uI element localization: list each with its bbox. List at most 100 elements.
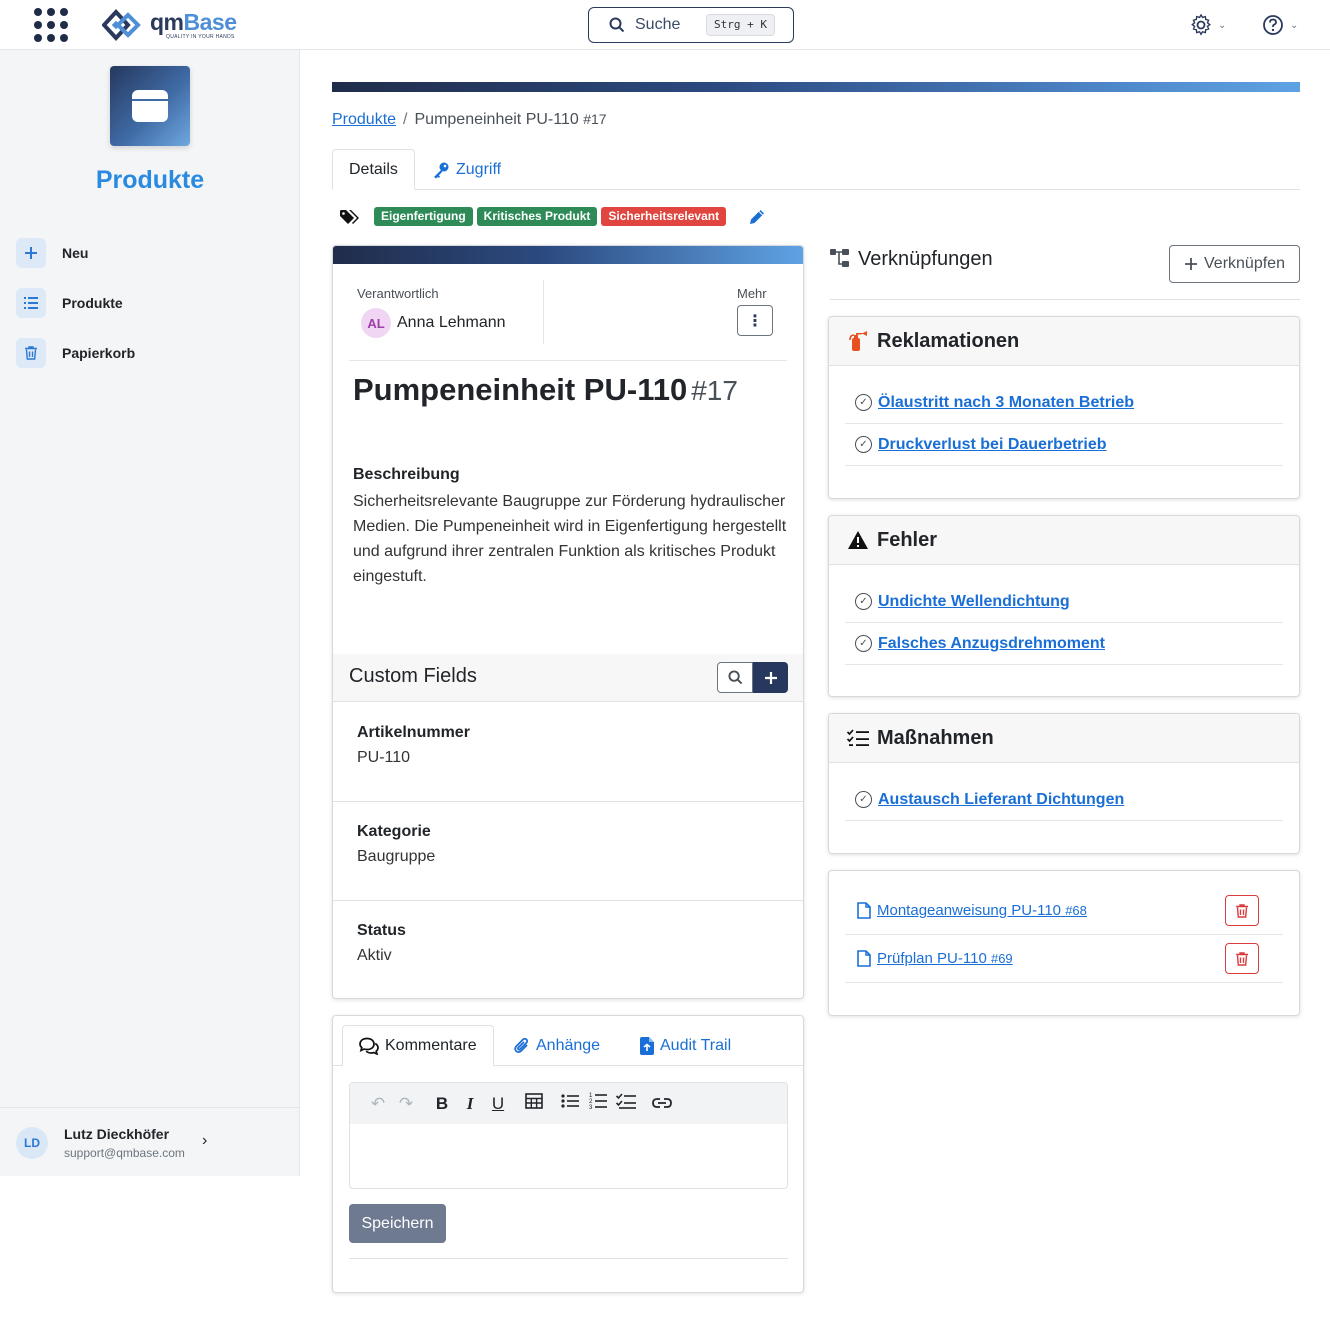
tab-audit-trail[interactable]: Audit Trail — [624, 1025, 747, 1066]
complaints-title: Reklamationen — [877, 329, 1020, 352]
errors-card: Fehler ✓ Undichte Wellendichtung ✓ Falsc… — [828, 515, 1300, 697]
responsible-user[interactable]: AL Anna Lehmann — [361, 308, 506, 338]
list-item: ✓ Austausch Lieferant Dichtungen — [845, 779, 1283, 821]
search-icon — [727, 670, 742, 685]
kebab-icon: ⋮ — [747, 312, 763, 330]
tag-badge[interactable]: Eigenfertigung — [374, 207, 473, 226]
italic-icon[interactable]: I — [456, 1094, 484, 1114]
product-number: #17 — [691, 375, 738, 406]
tab-label: Zugriff — [456, 160, 502, 178]
tab-label: Details — [349, 160, 398, 178]
link-icon[interactable] — [648, 1094, 676, 1114]
search-label: Suche — [635, 16, 681, 33]
sidebar-item-label: Produkte — [62, 295, 123, 311]
save-button[interactable]: Speichern — [349, 1204, 446, 1243]
divider — [543, 280, 544, 344]
card-gradient-bar — [333, 246, 803, 264]
tags-row: Eigenfertigung Kritisches Produkt Sicher… — [340, 207, 766, 226]
delete-document-button[interactable] — [1225, 895, 1259, 926]
chevron-down-icon: ⌄ — [1218, 19, 1227, 31]
custom-fields-add-button[interactable] — [753, 662, 788, 693]
link-button[interactable]: Verknüpfen — [1169, 245, 1300, 283]
list-item: Montageanweisung PU-110 #68 — [845, 887, 1283, 935]
underline-icon[interactable]: U — [484, 1094, 512, 1114]
detail-tabs: Details Zugriff — [332, 149, 1300, 190]
sidebar-item-products[interactable]: Produkte — [16, 288, 123, 318]
plus-icon — [1185, 258, 1198, 270]
user-menu[interactable]: LD Lutz Dieckhöfer support@qmbase.com › — [0, 1107, 300, 1176]
settings-menu[interactable]: ⌄ — [1190, 14, 1226, 36]
breadcrumb-number: #17 — [583, 111, 607, 127]
tab-comments[interactable]: Kommentare — [342, 1025, 494, 1066]
file-icon — [640, 1036, 654, 1055]
numbered-list-icon[interactable]: 123 — [584, 1092, 612, 1115]
table-icon[interactable] — [520, 1093, 548, 1114]
search-shortcut: Strg + K — [706, 14, 775, 36]
document-link[interactable]: Montageanweisung PU-110 #68 — [877, 902, 1087, 919]
error-link[interactable]: Falsches Anzugsdrehmoment — [878, 635, 1105, 653]
document-name: Prüfplan PU-110 — [877, 950, 987, 967]
apps-grid-icon[interactable] — [34, 8, 68, 42]
tags-icon — [340, 209, 359, 224]
complaint-link[interactable]: Druckverlust bei Dauerbetrieb — [878, 436, 1107, 454]
check-circle-icon: ✓ — [855, 394, 872, 411]
description-text: Sicherheitsrelevante Baugruppe zur Förde… — [353, 493, 787, 585]
header-gradient-bar — [332, 82, 1300, 92]
tab-attachments[interactable]: Anhänge — [498, 1025, 616, 1066]
tab-access[interactable]: Zugriff — [416, 149, 517, 190]
pencil-icon[interactable] — [748, 208, 766, 226]
qmbase-logo[interactable]: qmBase QUALITY IN YOUR HANDS — [102, 9, 237, 41]
document-number: #69 — [990, 951, 1013, 966]
list-item: ✓ Druckverlust bei Dauerbetrieb — [845, 424, 1283, 466]
warning-icon — [848, 531, 868, 549]
sidebar-item-trash[interactable]: Papierkorb — [16, 338, 135, 368]
comment-editor[interactable]: ↶ ↷ B I U 123 — [349, 1082, 788, 1189]
file-icon — [857, 902, 871, 919]
list-item: ✓ Undichte Wellendichtung — [845, 581, 1283, 623]
search-box[interactable]: Suche Strg + K — [588, 7, 794, 43]
help-menu[interactable]: ⌄ — [1262, 14, 1298, 36]
comments-card: Kommentare Anhänge Audit Trail ↶ ↷ B I U — [332, 1015, 804, 1293]
document-link[interactable]: Prüfplan PU-110 #69 — [877, 950, 1013, 967]
search-icon — [609, 17, 625, 33]
more-button[interactable]: ⋮ — [737, 305, 773, 336]
breadcrumb-separator: / — [403, 111, 408, 128]
check-circle-icon: ✓ — [855, 635, 872, 652]
chevron-right-icon: › — [202, 1132, 208, 1149]
sidebar: Produkte Neu Produkte Papierkorb LD Lutz… — [0, 50, 300, 1176]
sidebar-item-label: Neu — [62, 245, 89, 261]
actions-header: Maßnahmen — [829, 714, 1299, 763]
errors-title: Fehler — [877, 528, 938, 551]
sidebar-item-new[interactable]: Neu — [16, 238, 88, 268]
gear-icon — [1191, 14, 1211, 36]
breadcrumb-parent-link[interactable]: Produkte — [332, 111, 396, 128]
tag-badge[interactable]: Kritisches Produkt — [476, 207, 598, 226]
module-title: Produkte — [95, 166, 205, 194]
responsible-name: Anna Lehmann — [397, 314, 506, 331]
complaint-link[interactable]: Ölaustritt nach 3 Monaten Betrieb — [878, 394, 1134, 412]
custom-fields-search-button[interactable] — [717, 662, 753, 693]
list-item: ✓ Ölaustritt nach 3 Monaten Betrieb — [845, 382, 1283, 424]
bullet-list-icon[interactable] — [556, 1093, 584, 1114]
delete-document-button[interactable] — [1225, 943, 1259, 974]
custom-field-value: PU-110 — [357, 749, 411, 766]
tag-badge[interactable]: Sicherheitsrelevant — [601, 207, 727, 226]
action-link[interactable]: Austausch Lieferant Dichtungen — [878, 791, 1124, 809]
redo-icon[interactable]: ↷ — [392, 1094, 420, 1114]
actions-card: Maßnahmen ✓ Austausch Lieferant Dichtung… — [828, 713, 1300, 854]
error-link[interactable]: Undichte Wellendichtung — [878, 593, 1070, 611]
bold-icon[interactable]: B — [428, 1094, 456, 1114]
documents-card: Montageanweisung PU-110 #68 Prüfplan PU-… — [828, 870, 1300, 1016]
document-number: #68 — [1065, 903, 1087, 918]
logo-mark-icon — [102, 9, 141, 41]
paperclip-icon — [514, 1037, 529, 1053]
fire-extinguisher-icon — [849, 331, 867, 351]
breadcrumb: Produkte / Pumpeneinheit PU-110 #17 — [332, 111, 607, 129]
user-email: support@qmbase.com — [64, 1146, 185, 1160]
tab-label: Anhänge — [536, 1036, 601, 1054]
tab-details[interactable]: Details — [332, 149, 415, 190]
undo-icon[interactable]: ↶ — [364, 1094, 392, 1114]
checklist-icon[interactable] — [612, 1093, 640, 1114]
check-circle-icon: ✓ — [855, 791, 872, 808]
plus-icon — [16, 238, 46, 268]
